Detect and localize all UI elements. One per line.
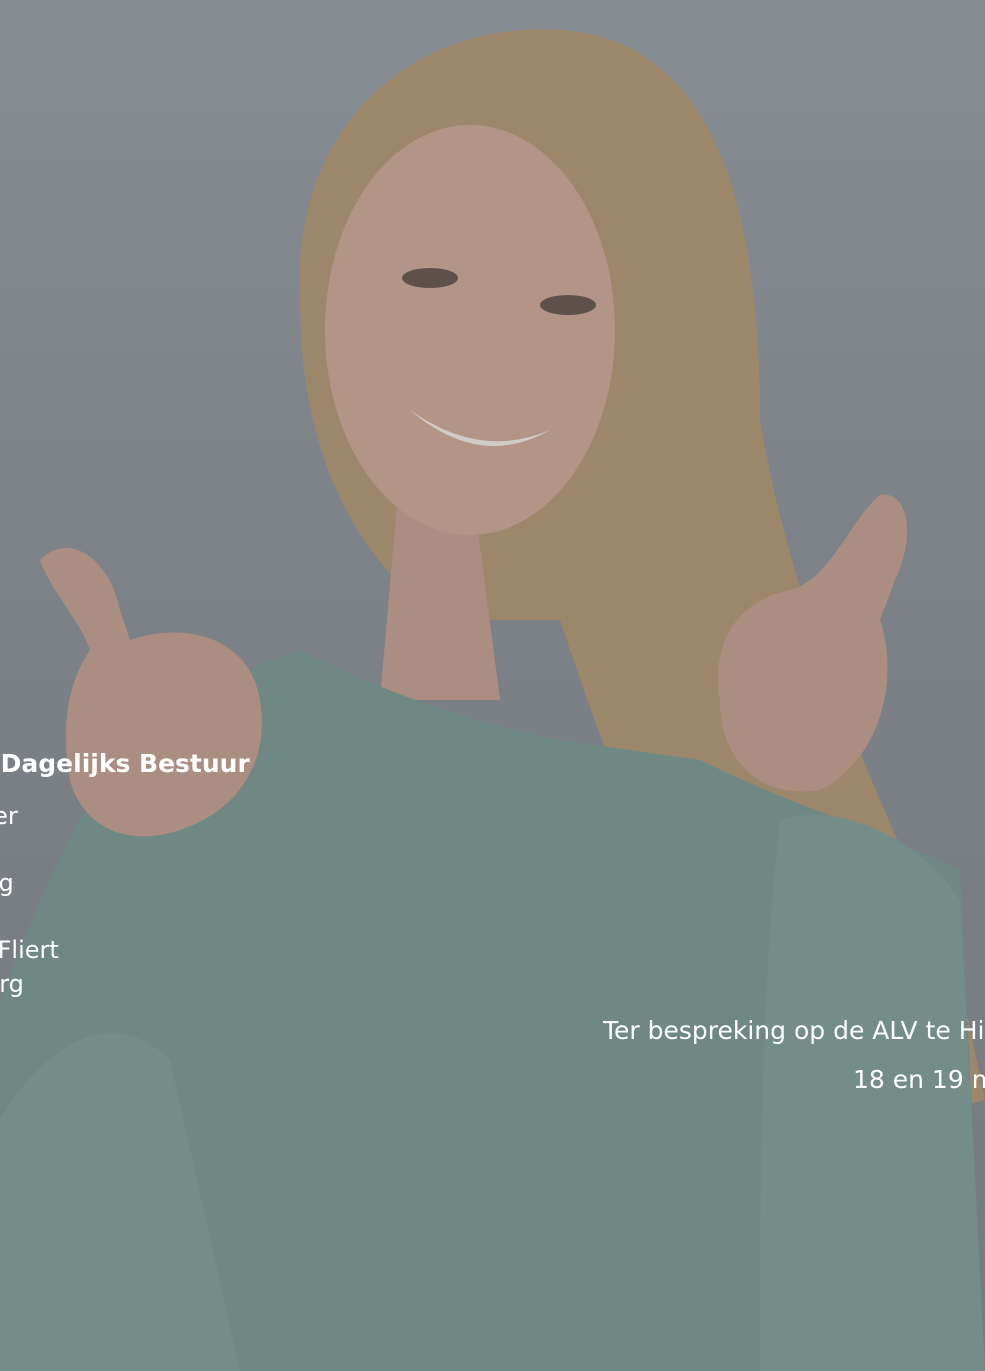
darken-overlay: [0, 0, 985, 1371]
board-member: de Fliert: [0, 936, 59, 964]
daily-board-section: t: Dagelijks Bestuur opper st ering eur …: [0, 748, 300, 1001]
board-member: ering: [0, 869, 14, 897]
board-member: st: [0, 834, 300, 868]
page: t: Dagelijks Bestuur opper st ering eur …: [0, 0, 985, 1371]
board-member: opper: [0, 802, 18, 830]
meeting-date-line: 18 en 19 m: [853, 1065, 985, 1094]
board-member: eur: [0, 901, 300, 935]
board-title: t: Dagelijks Bestuur: [0, 749, 250, 778]
board-member: dberg: [0, 969, 24, 998]
meeting-location-line: Ter bespreking op de ALV te Hil: [603, 1016, 985, 1045]
board-member-list: opper st ering eur de Fliert dberg: [0, 800, 300, 1001]
meeting-info: Ter bespreking op de ALV te Hil 18 en 19…: [603, 1013, 985, 1098]
